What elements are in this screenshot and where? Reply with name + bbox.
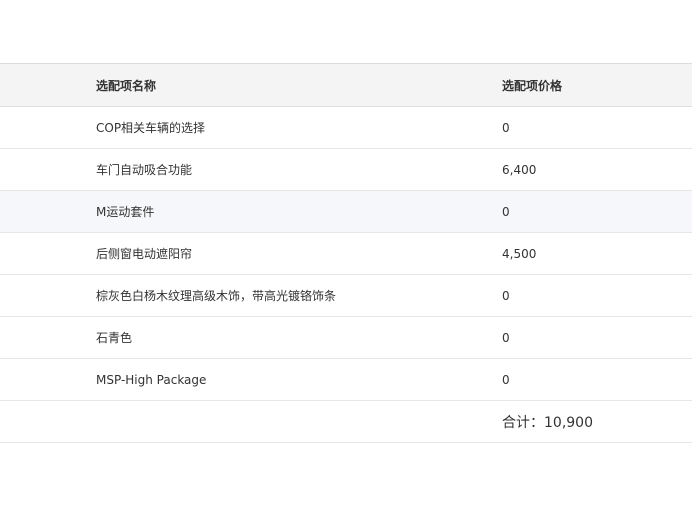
- option-name: COP相关车辆的选择: [96, 121, 206, 135]
- option-price: 0: [502, 330, 510, 345]
- option-price: 0: [502, 288, 510, 303]
- option-name: 车门自动吸合功能: [96, 163, 193, 177]
- option-price: 0: [502, 120, 510, 135]
- table-row: 棕灰色白杨木纹理高级木饰，带高光镀铬饰条 0: [0, 275, 692, 317]
- option-price: 0: [502, 372, 510, 387]
- option-price: 0: [502, 204, 510, 219]
- table-row: 后侧窗电动遮阳帘 4,500: [0, 233, 692, 275]
- table-row-hovered[interactable]: M运动套件 0: [0, 191, 692, 233]
- table-row: COP相关车辆的选择 0: [0, 107, 692, 149]
- table-header-row: 选配项名称 选配项价格: [0, 64, 692, 107]
- option-name: 后侧窗电动遮阳帘: [96, 247, 193, 261]
- option-name: 棕灰色白杨木纹理高级木饰，带高光镀铬饰条: [96, 289, 337, 303]
- option-name: MSP-High Package: [96, 372, 207, 387]
- table-total-row: 合计：10,900: [0, 401, 692, 443]
- option-name: M运动套件: [96, 205, 155, 219]
- header-option-name: 选配项名称: [96, 78, 157, 93]
- table-row: 车门自动吸合功能 6,400: [0, 149, 692, 191]
- header-option-price: 选配项价格: [502, 78, 563, 93]
- options-table: 选配项名称 选配项价格 COP相关车辆的选择 0 车门自动吸合功能 6,400 …: [0, 63, 692, 443]
- option-price: 4,500: [502, 246, 537, 261]
- option-name: 石青色: [96, 331, 133, 345]
- option-price: 6,400: [502, 162, 537, 177]
- total-price: 合计：10,900: [502, 414, 593, 431]
- table-row: 石青色 0: [0, 317, 692, 359]
- table-row: MSP-High Package 0: [0, 359, 692, 401]
